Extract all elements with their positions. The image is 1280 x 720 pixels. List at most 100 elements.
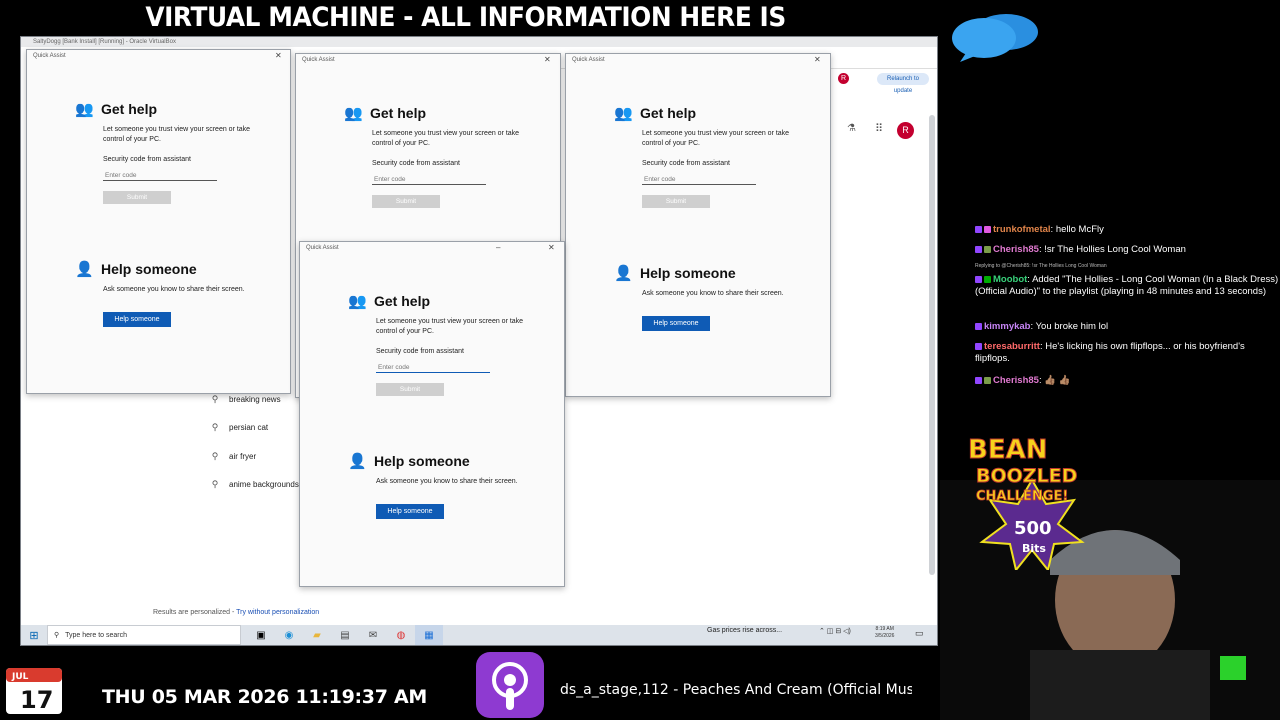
now-playing-ticker: ds_a_stage,112 - Peaches And Cream (Offi… — [560, 682, 912, 698]
taskbar-search-box[interactable]: ⚲ Type here to search — [47, 625, 241, 645]
help-someone-button[interactable]: Help someone — [642, 316, 710, 331]
badge-icon — [975, 276, 982, 283]
security-code-input[interactable] — [642, 174, 756, 185]
system-tray[interactable]: ⌃ ◫ ⊟ ◁) — [819, 627, 851, 635]
get-help-icon: 👥 — [75, 101, 94, 118]
help-someone-description: Ask someone you know to share their scre… — [642, 290, 784, 297]
search-icon: ⚲ — [211, 421, 219, 432]
security-code-label: Security code from assistant — [372, 160, 460, 167]
get-help-icon: 👥 — [344, 105, 363, 122]
submit-button[interactable]: Submit — [372, 195, 440, 208]
security-code-label: Security code from assistant — [103, 156, 191, 163]
security-code-input[interactable] — [103, 170, 217, 181]
calendar-month: JUL — [11, 672, 29, 682]
virtualbox-window: SaltyDogg [Bank Install] [Running] - Ora… — [20, 36, 938, 646]
apps-grid-icon[interactable]: ⠿ — [875, 122, 883, 135]
relaunch-to-update-button[interactable]: Relaunch to update — [877, 73, 929, 94]
search-icon: ⚲ — [54, 632, 60, 639]
chat-message: Moobot: Added "The Hollies - Long Cool W… — [975, 274, 1279, 297]
windows-taskbar: ⊞ ⚲ Type here to search ▣ ◉ ▰ ▤ ✉ ◍ ▦ Gas… — [21, 625, 937, 645]
vm-title-bar: SaltyDogg [Bank Install] [Running] - Ora… — [21, 37, 937, 47]
chat-message: Cherish85: 👍🏽 👍🏽 — [975, 375, 1280, 387]
file-explorer-icon[interactable]: ▰ — [303, 625, 331, 645]
try-without-personalization-link[interactable]: Try without personalization — [236, 609, 319, 616]
personalized-notice: Results are personalized - Try without p… — [153, 609, 320, 616]
badge-icon — [975, 323, 982, 330]
badge-icon — [975, 343, 982, 350]
search-suggestion[interactable]: ⚲ air fryer — [201, 446, 311, 466]
close-icon[interactable]: ✕ — [814, 55, 821, 64]
quick-assist-window: Quick Assist ✕ 👥 Get help Let someone you… — [26, 49, 291, 394]
window-title: Quick Assist — [572, 57, 605, 63]
search-suggestion[interactable]: ⚲ persian cat — [201, 417, 311, 437]
stream-banner-title: VIRTUAL MACHINE - ALL INFORMATION HERE I… — [145, 2, 786, 69]
promo-bits-amount: 500 — [1014, 518, 1052, 539]
chat-message: teresaburritt: He's licking his own flip… — [975, 341, 1245, 364]
get-help-description: Let someone you trust view your screen o… — [372, 130, 520, 147]
security-code-label: Security code from assistant — [376, 348, 464, 355]
mail-icon[interactable]: ✉ — [359, 625, 387, 645]
start-icon[interactable]: ⊞ — [21, 625, 47, 645]
news-widget[interactable]: Gas prices rise across... — [707, 627, 782, 634]
search-suggestion[interactable]: ⚲ anime backgrounds — [201, 474, 311, 494]
window-title: Quick Assist — [306, 245, 339, 251]
security-code-input[interactable] — [376, 362, 490, 373]
submit-button[interactable]: Submit — [103, 191, 171, 204]
search-icon: ⚲ — [211, 478, 219, 489]
window-title: Quick Assist — [302, 57, 335, 63]
help-someone-description: Ask someone you know to share their scre… — [376, 478, 518, 485]
close-icon[interactable]: ✕ — [275, 51, 282, 60]
notification-icon[interactable]: ▭ — [915, 628, 924, 639]
chat-bubble-icon — [952, 14, 1038, 62]
get-help-heading: Get help — [101, 101, 158, 117]
quick-assist-window-active: Quick Assist – ✕ 👥 Get help Let someone y… — [299, 241, 565, 587]
browser-profile-avatar[interactable]: R — [838, 73, 849, 84]
search-icon: ⚲ — [211, 450, 219, 461]
page-scrollbar[interactable] — [929, 115, 935, 575]
help-someone-heading: Help someone — [640, 265, 736, 281]
help-someone-icon: 👤 — [348, 453, 367, 470]
submit-button[interactable]: Submit — [642, 195, 710, 208]
chat-message: Cherish85: !sr The Hollies Long Cool Wom… — [975, 244, 1280, 256]
get-help-heading: Get help — [370, 105, 427, 121]
submit-button[interactable]: Submit — [376, 383, 444, 396]
get-help-heading: Get help — [374, 293, 431, 309]
promo-line3: CHALLENGE! — [976, 489, 1068, 504]
get-help-description: Let someone you trust view your screen o… — [642, 130, 790, 147]
badge-icon — [975, 226, 982, 233]
get-help-icon: 👥 — [614, 105, 633, 122]
close-icon[interactable]: ✕ — [548, 243, 555, 252]
badge-icon — [984, 226, 991, 233]
account-avatar[interactable]: R — [897, 122, 914, 139]
help-someone-heading: Help someone — [374, 453, 470, 469]
get-help-icon: 👥 — [348, 293, 367, 310]
task-view-icon[interactable]: ▣ — [247, 625, 275, 645]
chrome-icon[interactable]: ◍ — [387, 625, 415, 645]
store-icon[interactable]: ▤ — [331, 625, 359, 645]
help-someone-heading: Help someone — [101, 261, 197, 277]
help-someone-description: Ask someone you know to share their scre… — [103, 286, 245, 293]
promo-line1: BEAN — [968, 435, 1047, 465]
badge-icon — [984, 246, 991, 253]
taskbar-clock[interactable]: 8:19 AM 3/5/2026 — [875, 626, 894, 640]
calendar-day: 17 — [20, 686, 53, 714]
edge-icon[interactable]: ◉ — [275, 625, 303, 645]
chat-message: trunkofmetal: hello McFly — [975, 224, 1280, 236]
security-code-input[interactable] — [372, 174, 486, 185]
bean-boozled-promo: BEAN BOOZLED CHALLENGE! 500 Bits — [968, 435, 1085, 570]
help-someone-icon: 👤 — [75, 261, 94, 278]
window-title: Quick Assist — [33, 53, 66, 59]
chat-reply-context: Replying to @Cherish85: !sr The Hollies … — [975, 263, 1107, 269]
flask-icon[interactable]: ⚗ — [847, 123, 856, 134]
quick-assist-taskbar-icon[interactable]: ▦ — [415, 625, 443, 645]
badge-icon — [975, 377, 982, 384]
podcast-icon — [476, 652, 544, 718]
promo-bits-label: Bits — [1022, 542, 1046, 555]
search-icon: ⚲ — [211, 393, 219, 404]
get-help-description: Let someone you trust view your screen o… — [103, 126, 251, 143]
minimize-icon[interactable]: – — [496, 243, 500, 252]
help-someone-button[interactable]: Help someone — [103, 312, 171, 327]
badge-icon — [984, 377, 991, 384]
help-someone-button[interactable]: Help someone — [376, 504, 444, 519]
close-icon[interactable]: ✕ — [544, 55, 551, 64]
